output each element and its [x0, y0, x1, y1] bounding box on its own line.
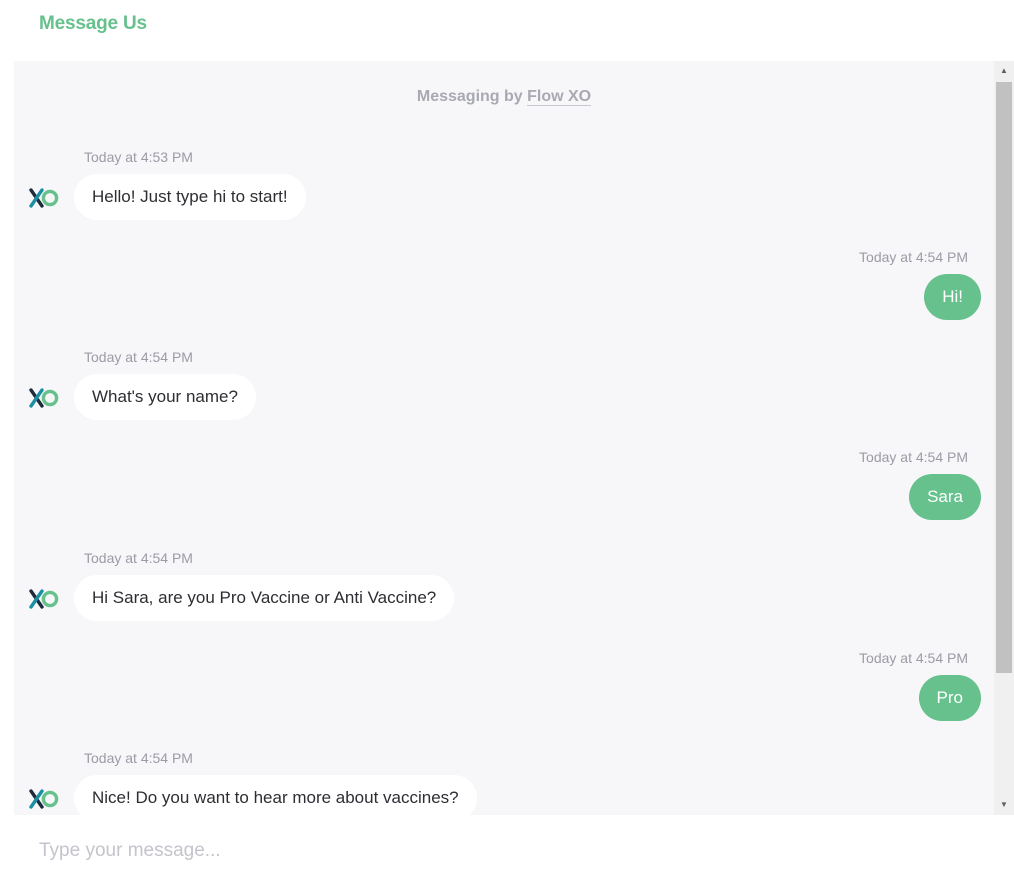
message-timestamp: Today at 4:54 PM [859, 650, 968, 666]
message-bubble: Pro [918, 675, 981, 721]
flow-xo-logo-icon [29, 388, 59, 408]
message-bubble: Nice! Do you want to hear more about vac… [74, 775, 477, 815]
message-timestamp: Today at 4:54 PM [859, 249, 968, 265]
message-timestamp: Today at 4:54 PM [84, 550, 193, 566]
header-title: Message Us [39, 13, 147, 34]
message-bubble: What's your name? [74, 374, 256, 420]
scrollbar-thumb[interactable] [996, 82, 1012, 673]
header: Message Us [0, 0, 1014, 61]
vertical-scrollbar[interactable]: ▲ ▼ [994, 61, 1014, 815]
message-timestamp: Today at 4:53 PM [84, 149, 193, 165]
flow-xo-logo-icon [29, 589, 59, 609]
message-bubble: Sara [909, 474, 981, 520]
message-timestamp: Today at 4:54 PM [859, 449, 968, 465]
triangle-down-icon[interactable]: ▼ [994, 795, 1014, 815]
message-bubble: Hello! Just type hi to start! [74, 174, 306, 220]
message-timestamp: Today at 4:54 PM [84, 349, 193, 365]
message-input[interactable] [39, 837, 979, 865]
flow-xo-logo-icon [29, 188, 59, 208]
powered-by-prefix: Messaging by [416, 88, 528, 105]
message-timestamp: Today at 4:54 PM [84, 750, 193, 766]
powered-by-link[interactable]: Flow XO [527, 88, 592, 106]
triangle-up-icon[interactable]: ▲ [994, 61, 1014, 81]
composer [0, 815, 1014, 871]
powered-by-text: Messaging by Flow XO [14, 88, 994, 106]
flow-xo-logo-icon [29, 789, 59, 809]
chat-widget: Message Us Messaging by Flow XO Today at… [0, 0, 1014, 871]
message-bubble: Hi Sara, are you Pro Vaccine or Anti Vac… [74, 575, 455, 621]
message-list[interactable]: Messaging by Flow XO Today at 4:53 PM He… [14, 61, 994, 815]
message-bubble: Hi! [924, 274, 981, 320]
